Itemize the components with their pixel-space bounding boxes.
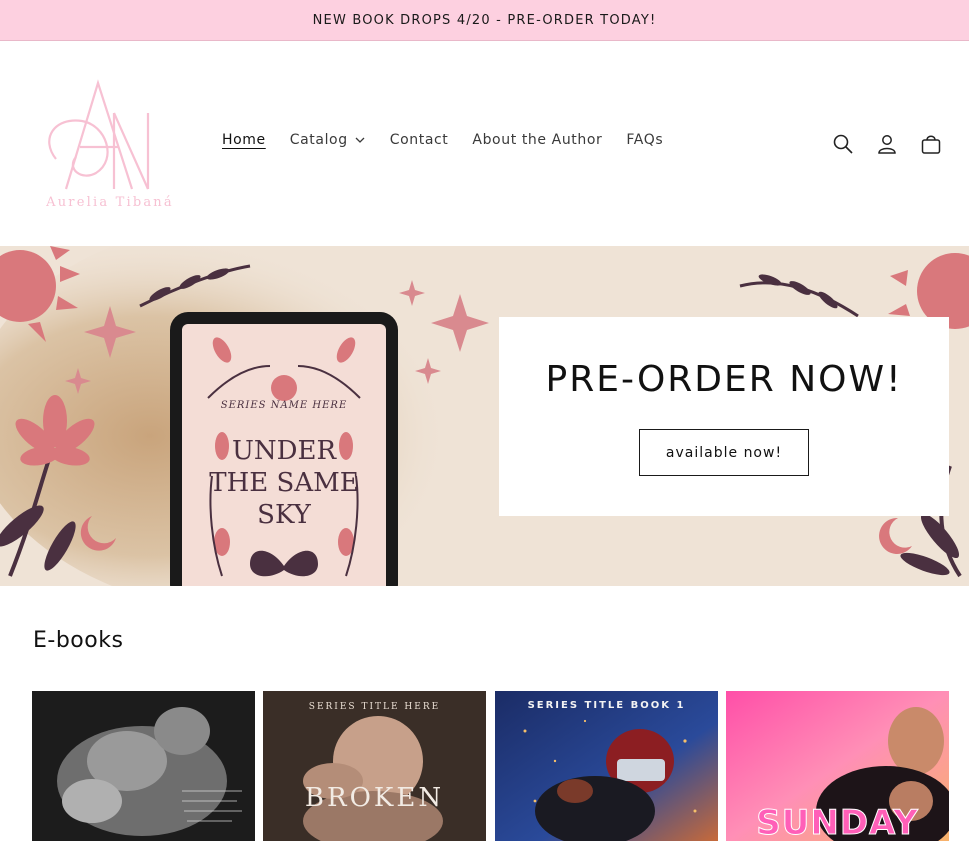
- ebook-card[interactable]: SERIES TITLE BOOK 1: [495, 691, 718, 841]
- tablet-title-line-2: THE SAME: [209, 468, 359, 498]
- ebook-card[interactable]: SUNDAY: [726, 691, 949, 841]
- ebook-cover-1: [32, 691, 255, 841]
- cart-button[interactable]: [918, 131, 944, 157]
- announcement-text: NEW BOOK DROPS 4/20 - PRE-ORDER TODAY!: [312, 12, 657, 28]
- brand-name: Aurelia Tibaná: [46, 195, 174, 210]
- ebook-card[interactable]: [32, 691, 255, 841]
- nav-home[interactable]: Home: [222, 132, 266, 148]
- nav-about-label: About the Author: [472, 132, 603, 148]
- ebook-card[interactable]: SERIES TITLE HERE BROKEN: [263, 691, 486, 841]
- ebook-cover-4-title: SUNDAY: [756, 803, 919, 841]
- hero-banner: SERIES NAME HERE UNDER THE SAME SKY PRE-…: [0, 246, 969, 586]
- tablet-series-text: SERIES NAME HERE: [220, 400, 348, 411]
- promo-title: PRE-ORDER NOW!: [545, 359, 903, 400]
- account-icon: [878, 135, 896, 154]
- search-button[interactable]: [830, 131, 856, 157]
- ebook-cover-2: [263, 691, 486, 841]
- ebooks-grid: SERIES TITLE HERE BROKEN SERIES TITLE BO…: [32, 691, 949, 841]
- nav-catalog[interactable]: Catalog: [290, 132, 366, 148]
- nav-faqs[interactable]: FAQs: [626, 132, 663, 148]
- available-now-button[interactable]: available now!: [639, 429, 809, 476]
- nav-about-author[interactable]: About the Author: [472, 132, 602, 148]
- search-icon: [833, 134, 853, 154]
- nav-contact-label: Contact: [389, 132, 449, 148]
- site-header: Aurelia Tibaná Home Catalog Contact Abou…: [0, 41, 969, 246]
- announcement-bar: NEW BOOK DROPS 4/20 - PRE-ORDER TODAY!: [0, 0, 969, 41]
- header-icons: [830, 131, 962, 157]
- tablet-title-line-3: SKY: [257, 500, 311, 530]
- nav-home-label: Home: [222, 132, 266, 148]
- ebooks-heading: E-books: [33, 628, 124, 653]
- ebook-cover-3-series: SERIES TITLE BOOK 1: [527, 700, 686, 711]
- nav-contact[interactable]: Contact: [390, 132, 449, 148]
- ebook-cover-3: [495, 691, 718, 841]
- nav-faqs-label: FAQs: [626, 132, 664, 148]
- nav-catalog-label: Catalog: [289, 132, 348, 148]
- ebook-cover-2-series: SERIES TITLE HERE: [308, 702, 441, 712]
- main-nav: Home Catalog Contact About the Author FA…: [222, 132, 687, 148]
- chevron-down-icon: [355, 137, 365, 143]
- ebook-cover-2-title: BROKEN: [304, 783, 445, 813]
- tablet-title-line-1: UNDER: [231, 436, 337, 466]
- promo-box: PRE-ORDER NOW! available now!: [499, 317, 949, 516]
- account-button[interactable]: [874, 131, 900, 157]
- cart-icon: [921, 135, 941, 154]
